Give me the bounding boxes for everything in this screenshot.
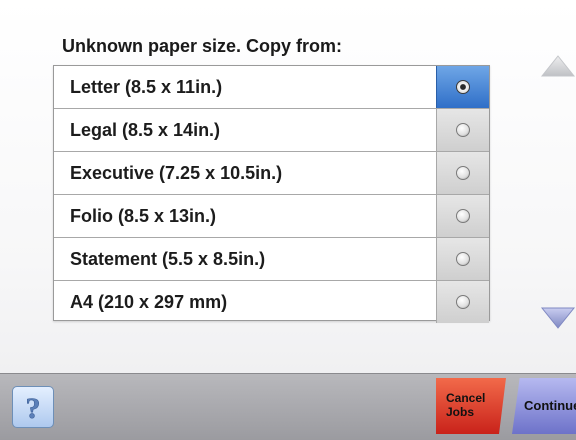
option-a4[interactable]: A4 (210 x 297 mm) (54, 281, 489, 323)
scroll-up-arrow-icon[interactable] (540, 54, 576, 78)
help-button[interactable]: ? (12, 386, 54, 428)
option-label: A4 (210 x 297 mm) (70, 291, 228, 312)
option-letter[interactable]: Letter (8.5 x 11in.) (54, 66, 489, 109)
option-legal[interactable]: Legal (8.5 x 14in.) (54, 109, 489, 152)
option-label: Executive (7.25 x 10.5in.) (70, 162, 283, 183)
svg-text:?: ? (26, 392, 41, 425)
radio-button-folio[interactable] (436, 195, 489, 237)
radio-button-legal[interactable] (436, 109, 489, 151)
question-mark-icon: ? (25, 392, 41, 426)
option-folio[interactable]: Folio (8.5 x 13in.) (54, 195, 489, 238)
option-statement[interactable]: Statement (5.5 x 8.5in.) (54, 238, 489, 281)
option-label: Statement (5.5 x 8.5in.) (70, 248, 266, 269)
scroll-down-arrow-icon[interactable] (540, 306, 576, 330)
radio-button-a4[interactable] (436, 281, 489, 323)
option-executive[interactable]: Executive (7.25 x 10.5in.) (54, 152, 489, 195)
radio-button-executive[interactable] (436, 152, 489, 194)
radio-button-statement[interactable] (436, 238, 489, 280)
continue-label: Continue (524, 398, 576, 413)
radio-unselected-icon (456, 295, 470, 309)
option-label: Folio (8.5 x 13in.) (70, 205, 217, 226)
radio-unselected-icon (456, 123, 470, 137)
cancel-jobs-button[interactable]: Cancel Jobs (436, 378, 506, 434)
option-label: Letter (8.5 x 11in.) (70, 76, 223, 97)
paper-size-list: Letter (8.5 x 11in.) Legal (8.5 x 14in.)… (53, 65, 490, 323)
prompt-title: Unknown paper size. Copy from: (62, 36, 343, 56)
radio-unselected-icon (456, 252, 470, 266)
bottom-toolbar: ? Cancel Jobs Continue (0, 373, 576, 440)
radio-unselected-icon (456, 166, 470, 180)
radio-unselected-icon (456, 209, 470, 223)
radio-button-letter[interactable] (436, 66, 489, 108)
radio-selected-icon (456, 80, 470, 94)
option-label: Legal (8.5 x 14in.) (70, 119, 221, 140)
continue-button[interactable]: Continue (512, 378, 576, 434)
cancel-jobs-label: Cancel Jobs (446, 391, 486, 419)
